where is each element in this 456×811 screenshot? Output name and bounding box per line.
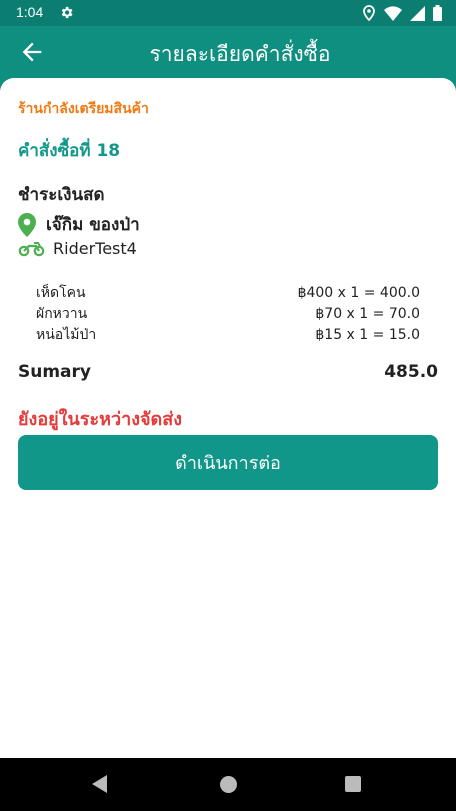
nav-back-icon[interactable] xyxy=(92,775,107,793)
item-price: ฿400 x 1 = 400.0 xyxy=(297,285,420,301)
summary-label: Sumary xyxy=(18,362,91,382)
shop-status-text: ร้านกำลังเตรียมสินค้า xyxy=(18,101,149,117)
order-items-list: เห็ดโคน ฿400 x 1 = 400.0 ผักหวาน ฿70 x 1… xyxy=(36,283,420,346)
system-nav-bar xyxy=(0,758,456,811)
continue-button[interactable]: ดำเนินการต่อ xyxy=(18,435,438,490)
rider-name: RiderTest4 xyxy=(53,239,137,258)
list-item: ผักหวาน ฿70 x 1 = 70.0 xyxy=(36,304,420,325)
rider-row: RiderTest4 xyxy=(18,239,137,258)
app-bar: รายละเอียดคำสั่งซื้อ xyxy=(0,26,456,78)
continue-button-label: ดำเนินการต่อ xyxy=(175,453,281,474)
delivery-status: ยังอยู่ในระหว่างจัดส่ง xyxy=(18,409,183,430)
nav-home-icon[interactable] xyxy=(220,776,237,793)
location-pin-icon xyxy=(18,212,36,237)
summary-total: 485.0 xyxy=(384,362,438,382)
item-name: หน่อไม้ป่า xyxy=(36,327,97,343)
status-bar: 1:04 xyxy=(0,0,456,26)
item-name: ผักหวาน xyxy=(36,306,88,322)
shop-row: เจ๊กิม ของป่า xyxy=(18,211,140,238)
shop-name: เจ๊กิม ของป่า xyxy=(46,215,140,235)
payment-method: ชำระเงินสด xyxy=(18,185,105,205)
location-status-icon xyxy=(363,5,375,21)
motorcycle-icon xyxy=(18,242,45,257)
item-price: ฿15 x 1 = 15.0 xyxy=(315,327,420,343)
summary-row: Sumary 485.0 xyxy=(18,362,438,382)
list-item: เห็ดโคน ฿400 x 1 = 400.0 xyxy=(36,283,420,304)
nav-recents-icon[interactable] xyxy=(345,776,361,792)
wifi-icon xyxy=(384,5,402,21)
item-price: ฿70 x 1 = 70.0 xyxy=(315,306,420,322)
battery-icon xyxy=(433,5,442,21)
list-item: หน่อไม้ป่า ฿15 x 1 = 15.0 xyxy=(36,325,420,346)
item-name: เห็ดโคน xyxy=(36,285,86,301)
status-time: 1:04 xyxy=(16,4,44,20)
settings-gear-icon xyxy=(61,6,73,19)
order-number: คำสั่งซื้อที่ 18 xyxy=(18,141,121,161)
page-title: รายละเอียดคำสั่งซื้อ xyxy=(149,42,331,66)
cell-signal-icon xyxy=(410,5,425,21)
